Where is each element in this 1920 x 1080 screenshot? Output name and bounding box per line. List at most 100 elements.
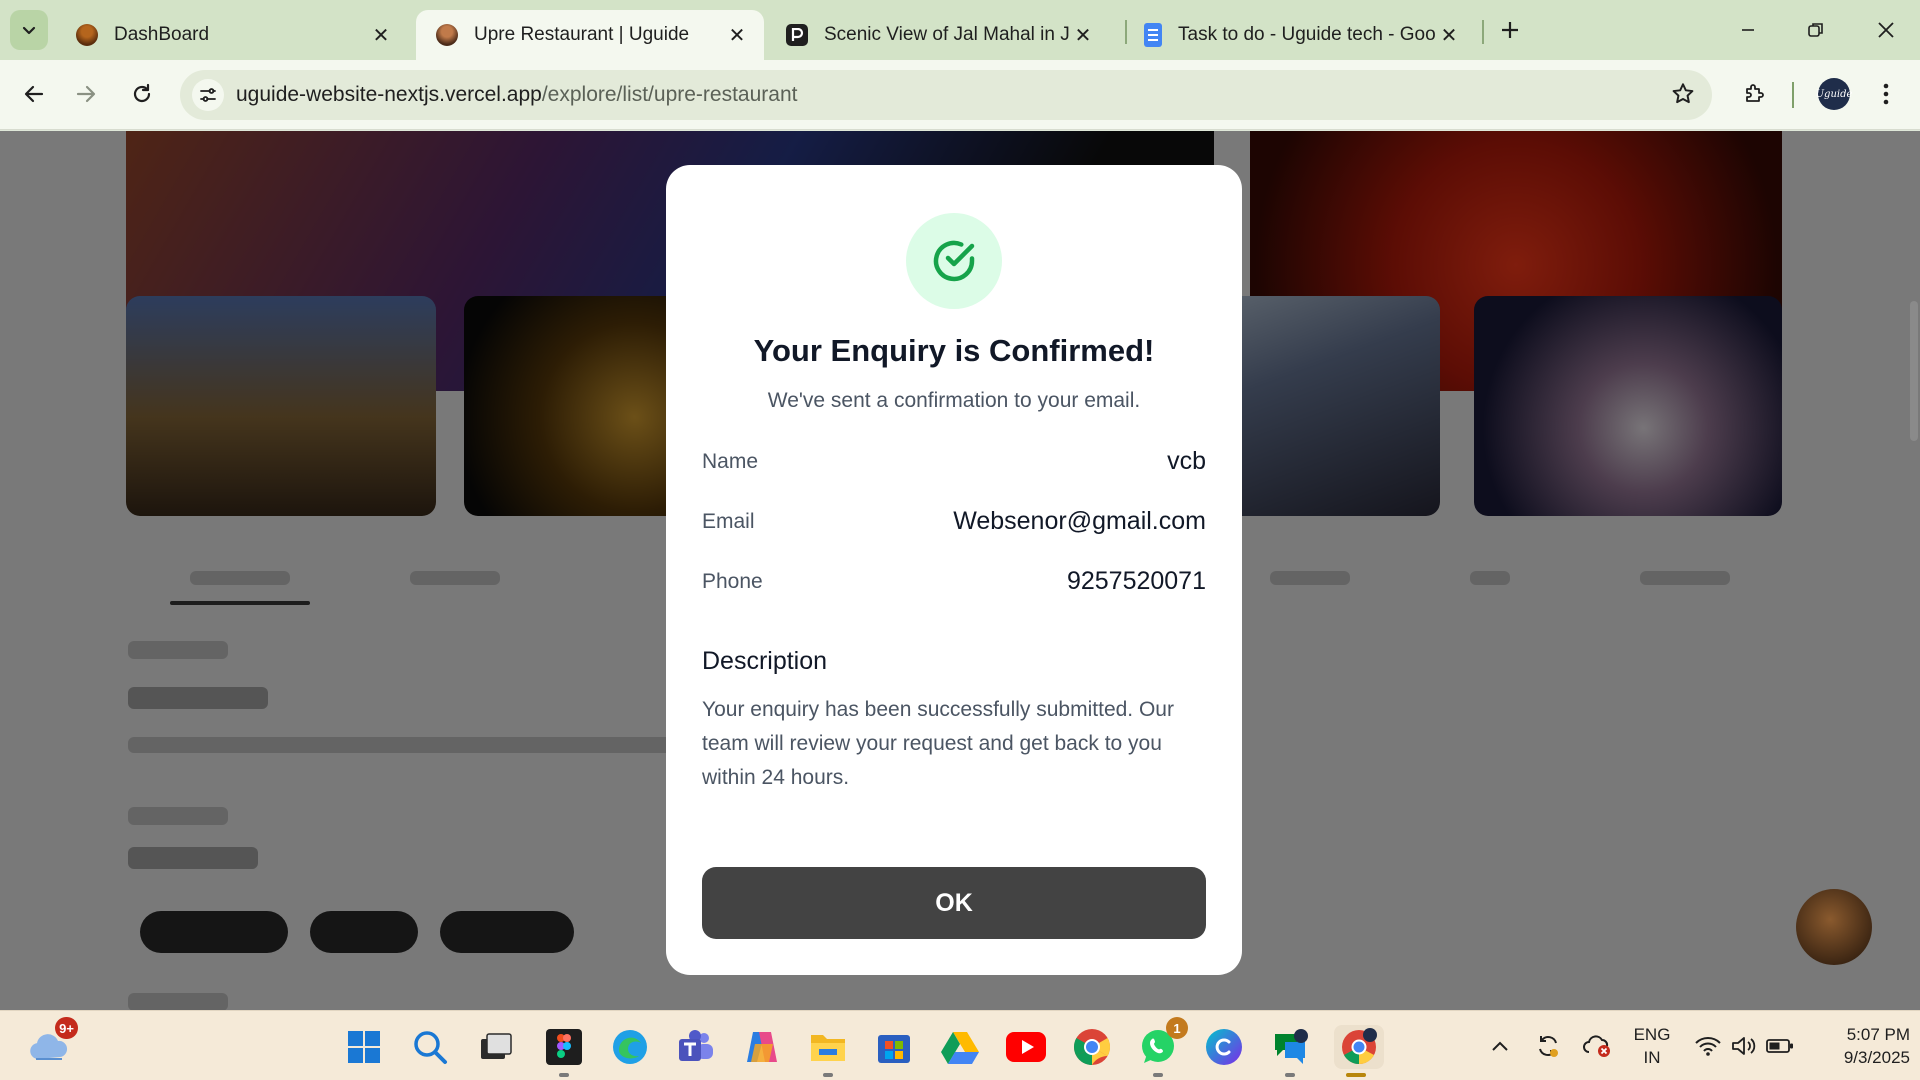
weather-badge: 9+ (55, 1017, 78, 1039)
p-logo-icon (786, 24, 808, 46)
search-icon (414, 1031, 447, 1064)
taskbar-app-store[interactable] (872, 1025, 916, 1069)
figma-icon (546, 1029, 582, 1065)
restore-button[interactable] (1788, 10, 1844, 50)
detail-value: 9257520071 (1066, 567, 1206, 595)
tab-task-to-do[interactable]: Task to do - Uguide tech - Google Docs ✕ (1124, 10, 1476, 60)
close-icon[interactable]: ✕ (1436, 22, 1462, 48)
browser-menu-button[interactable] (1866, 74, 1906, 114)
whatsapp-badge: 1 (1166, 1017, 1188, 1039)
tab-search-button[interactable] (10, 10, 48, 50)
copilot-icon (747, 1032, 777, 1062)
taskbar-app-teams[interactable] (674, 1025, 718, 1069)
puzzle-icon (1746, 84, 1764, 102)
arrow-right-icon (76, 85, 96, 103)
arrow-left-icon (24, 85, 44, 103)
modal-title: Your Enquiry is Confirmed! (753, 333, 1155, 368)
tab-separator (1482, 20, 1484, 44)
close-icon[interactable]: ✕ (368, 22, 394, 48)
tab-strip: DashBoard ✕ Upre Restaurant | Uguide ✕ S… (0, 0, 1920, 60)
chevron-up-icon (1492, 1041, 1508, 1051)
taskbar-search-button[interactable] (408, 1025, 452, 1069)
task-view-button[interactable] (474, 1025, 518, 1069)
clock-time: 5:07 PM (1846, 1025, 1910, 1044)
battery-icon (1766, 1039, 1793, 1053)
browser-toolbar: uguide-website-nextjs.vercel.app/explore… (0, 60, 1920, 130)
weather-widget[interactable]: 9+ (26, 1017, 78, 1069)
tray-battery-button[interactable] (1762, 1011, 1798, 1080)
enquiry-confirmation-modal: Your Enquiry is Confirmed! We've sent a … (666, 165, 1242, 975)
window-close-button[interactable] (1858, 10, 1914, 50)
tab-dashboard[interactable]: DashBoard ✕ (56, 10, 408, 60)
detail-row-email: Email Websenor@gmail.com (702, 507, 1206, 536)
detail-label: Phone (702, 569, 763, 593)
taskbar-app-figma[interactable] (542, 1025, 586, 1077)
tab-upre-restaurant[interactable]: Upre Restaurant | Uguide ✕ (416, 10, 764, 60)
youtube-icon (1006, 1032, 1046, 1062)
ok-button[interactable]: OK (702, 867, 1206, 939)
chrome-icon (1073, 1029, 1111, 1065)
google-docs-icon (1144, 23, 1162, 47)
url-host: uguide-website-nextjs.vercel.app (236, 83, 542, 106)
new-tab-button[interactable] (1494, 14, 1526, 46)
forward-button[interactable] (66, 74, 106, 114)
detail-row-phone: Phone 9257520071 (702, 567, 1206, 596)
close-icon[interactable]: ✕ (724, 22, 750, 48)
file-explorer-icon (811, 1035, 845, 1061)
start-button[interactable] (342, 1025, 386, 1069)
profile-avatar[interactable]: Uguide (1815, 78, 1853, 110)
taskbar-app-file-explorer[interactable] (806, 1025, 850, 1077)
running-indicator (1285, 1073, 1295, 1077)
page-scrollbar[interactable] (1910, 301, 1918, 441)
windows-taskbar: 9+ 1 ENG IN 5:07 PM 9/3/2025 (0, 1010, 1920, 1080)
tray-onedrive-button[interactable] (1578, 1011, 1618, 1080)
taskbar-app-copilot[interactable] (740, 1025, 784, 1069)
restore-icon (1808, 23, 1823, 37)
tray-volume-button[interactable] (1726, 1011, 1762, 1080)
taskbar-app-whatsapp[interactable]: 1 (1136, 1017, 1188, 1077)
taskbar-app-edge[interactable] (608, 1025, 652, 1069)
chrome-profile-icon (1342, 1028, 1377, 1064)
language-indicator[interactable]: ENG IN (1628, 1023, 1676, 1069)
reload-button[interactable] (122, 74, 162, 114)
detail-label: Email (702, 509, 755, 533)
kebab-menu-icon (1883, 83, 1889, 105)
dashboard-avatar-icon (76, 24, 98, 46)
bookmark-star-button[interactable] (1670, 81, 1696, 112)
tray-wifi-button[interactable] (1690, 1011, 1726, 1080)
show-hidden-icons-button[interactable] (1482, 1011, 1518, 1080)
taskbar-app-google-drive[interactable] (938, 1025, 982, 1069)
tab-scenic-view[interactable]: Scenic View of Jal Mahal in Jaipur ✕ (766, 10, 1110, 60)
site-info-button[interactable] (192, 79, 224, 111)
toolbar-divider (1792, 82, 1794, 108)
url-text[interactable]: uguide-website-nextjs.vercel.app/explore… (236, 83, 797, 107)
description-text: Your enquiry has been successfully submi… (702, 698, 1174, 789)
microsoft-store-icon (878, 1035, 910, 1063)
system-clock[interactable]: 5:07 PM 9/3/2025 (1806, 1023, 1910, 1069)
tray-sync-button[interactable] (1528, 1011, 1568, 1080)
address-bar[interactable]: uguide-website-nextjs.vercel.app/explore… (180, 70, 1712, 120)
taskbar-app-canva[interactable] (1202, 1025, 1246, 1069)
taskbar-app-youtube[interactable] (1004, 1025, 1048, 1069)
close-icon[interactable]: ✕ (1070, 22, 1096, 48)
edge-icon (613, 1030, 647, 1064)
back-button[interactable] (14, 74, 54, 114)
teams-icon (679, 1030, 713, 1061)
taskbar-app-chrome[interactable] (1070, 1025, 1114, 1069)
extensions-button[interactable] (1734, 74, 1774, 114)
tab-title: Task to do - Uguide tech - Google Docs (1178, 24, 1436, 45)
google-drive-icon (941, 1032, 979, 1064)
task-view-icon (481, 1033, 512, 1059)
running-indicator (1346, 1073, 1366, 1077)
taskbar-app-chrome-profile[interactable] (1334, 1025, 1384, 1077)
detail-value: Websenor@gmail.com (953, 507, 1206, 535)
minimize-button[interactable] (1720, 10, 1776, 50)
language-region: IN (1643, 1048, 1661, 1067)
clock-date: 9/3/2025 (1843, 1048, 1910, 1067)
tune-icon (200, 88, 216, 102)
chat-avatar-button[interactable] (1796, 889, 1872, 965)
url-path: /explore/list/upre-restaurant (541, 83, 798, 106)
taskbar-app-chat[interactable] (1268, 1025, 1312, 1077)
detail-value: vcb (1167, 447, 1206, 475)
profile-initials: Uguide (1815, 88, 1853, 100)
